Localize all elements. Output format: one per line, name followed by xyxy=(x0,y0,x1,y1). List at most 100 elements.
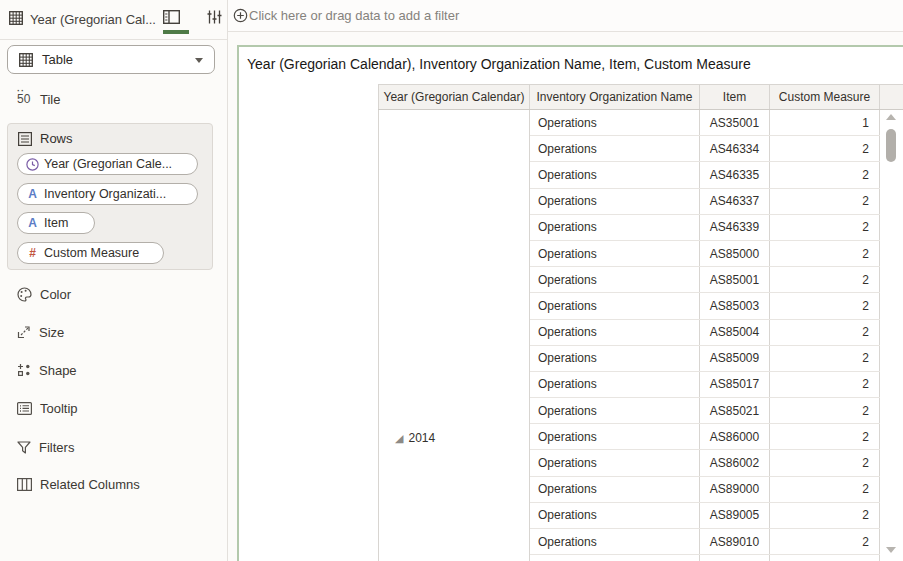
table-cell[interactable]: AS85004 xyxy=(700,320,770,345)
table-cell[interactable]: AS89010 xyxy=(700,529,770,554)
table-row[interactable]: OperationsAS463372 xyxy=(530,189,880,215)
table-cell[interactable]: 2 xyxy=(770,267,880,292)
table-cell[interactable]: 1 xyxy=(770,110,880,135)
sidebar-item-filters[interactable]: Filters xyxy=(0,434,227,460)
table-cell[interactable]: Operations xyxy=(530,529,700,554)
table-cell[interactable]: Operations xyxy=(530,293,700,318)
table-cell[interactable]: AS85001 xyxy=(700,267,770,292)
table-row[interactable]: OperationsAS850032 xyxy=(530,293,880,319)
table-cell[interactable]: AS46339 xyxy=(700,215,770,240)
table-scrollbar[interactable] xyxy=(884,110,898,556)
viz-type-dropdown[interactable]: Table xyxy=(7,45,215,74)
sidebar-item-shape[interactable]: Shape xyxy=(0,357,227,383)
table-cell[interactable]: 2 xyxy=(770,477,880,502)
table-cell[interactable]: Operations xyxy=(530,477,700,502)
rows-pill-inventory-org[interactable]: A Inventory Organizati... xyxy=(17,183,198,205)
table-row[interactable]: OperationsAS890102 xyxy=(530,529,880,555)
sidebar-item-tile[interactable]: ··50 Tile xyxy=(0,86,227,112)
table-row[interactable]: OperationsAS890052 xyxy=(530,503,880,529)
table-row[interactable]: OperationsAS463342 xyxy=(530,136,880,162)
table-cell[interactable]: 2 xyxy=(770,241,880,266)
table-cell[interactable]: Operations xyxy=(530,346,700,371)
grammar-panel-icon[interactable] xyxy=(163,10,180,24)
column-header-measure[interactable]: Custom Measure xyxy=(770,85,880,109)
table-cell[interactable]: AS85021 xyxy=(700,398,770,423)
table-cell[interactable]: 2 xyxy=(770,503,880,528)
sidebar-item-related-columns[interactable]: Related Columns xyxy=(0,471,227,497)
viz-canvas[interactable]: Year (Gregorian Calendar), Inventory Org… xyxy=(237,45,903,561)
table-row[interactable]: OperationsAS850002 xyxy=(530,241,880,267)
table-cell[interactable]: Operations xyxy=(530,189,700,214)
column-header-year[interactable]: Year (Gregorian Calendar) xyxy=(378,85,530,109)
table-cell[interactable]: 2 xyxy=(770,215,880,240)
table-cell[interactable]: 2 xyxy=(770,346,880,371)
table-row[interactable]: OperationsAS850092 xyxy=(530,346,880,372)
table-cell[interactable]: Operations xyxy=(530,267,700,292)
table-cell[interactable]: Operations xyxy=(530,503,700,528)
scrollbar-thumb[interactable] xyxy=(886,129,896,162)
column-header-org[interactable]: Inventory Organization Name xyxy=(530,85,700,109)
table-header-row: Year (Gregorian Calendar) Inventory Orga… xyxy=(378,84,903,110)
table-row[interactable]: OperationsAS350011 xyxy=(530,110,880,136)
column-header-item[interactable]: Item xyxy=(700,85,770,109)
table-cell[interactable]: AS46335 xyxy=(700,162,770,187)
table-cell[interactable]: 2 xyxy=(770,293,880,318)
table-cell[interactable]: AS46337 xyxy=(700,189,770,214)
collapse-group-icon[interactable]: ◢ xyxy=(395,432,403,445)
properties-icon[interactable] xyxy=(207,10,222,24)
table-cell[interactable]: AS86002 xyxy=(700,450,770,475)
table-row[interactable]: OperationsAS850212 xyxy=(530,398,880,424)
table-cell[interactable]: Operations xyxy=(530,215,700,240)
table-cell[interactable]: 2 xyxy=(770,136,880,161)
filter-bar-prompt: Click here or drag data to add a filter xyxy=(249,8,459,23)
table-cell[interactable]: 2 xyxy=(770,189,880,214)
table-cell[interactable]: Operations xyxy=(530,372,700,397)
table-row[interactable]: OperationsAS860022 xyxy=(530,450,880,476)
rows-pill-item[interactable]: A Item xyxy=(17,212,95,234)
data-table: Year (Gregorian Calendar) Inventory Orga… xyxy=(378,84,903,561)
table-cell[interactable]: 2 xyxy=(770,424,880,449)
table-cell[interactable]: 2 xyxy=(770,372,880,397)
year-group-label[interactable]: ◢ 2014 xyxy=(395,425,435,451)
table-cell[interactable]: Operations xyxy=(530,241,700,266)
table-cell[interactable]: Operations xyxy=(530,320,700,345)
rows-section: Rows Year (Gregorian Cale... A Inventory… xyxy=(7,123,213,270)
table-cell[interactable]: Operations xyxy=(530,424,700,449)
table-cell[interactable]: Operations xyxy=(530,136,700,161)
sidebar-item-size[interactable]: Size xyxy=(0,319,227,345)
table-row[interactable]: OperationsAS850172 xyxy=(530,372,880,398)
table-cell[interactable]: 2 xyxy=(770,320,880,345)
rows-pill-custom-measure[interactable]: # Custom Measure xyxy=(17,242,164,264)
table-cell[interactable]: AS85017 xyxy=(700,372,770,397)
table-row[interactable]: OperationsAS850012 xyxy=(530,267,880,293)
table-row[interactable]: OperationsAS860002 xyxy=(530,424,880,450)
filter-bar[interactable]: Click here or drag data to add a filter xyxy=(228,0,903,32)
table-cell[interactable]: 2 xyxy=(770,529,880,554)
table-cell[interactable]: Operations xyxy=(530,450,700,475)
scroll-down-icon[interactable] xyxy=(886,547,896,553)
table-cell[interactable]: Operations xyxy=(530,110,700,135)
table-cell[interactable]: AS89000 xyxy=(700,477,770,502)
table-cell[interactable]: AS86000 xyxy=(700,424,770,449)
table-cell[interactable]: Operations xyxy=(530,398,700,423)
color-icon xyxy=(17,287,32,302)
table-cell[interactable]: 2 xyxy=(770,162,880,187)
table-row[interactable]: OperationsAS463392 xyxy=(530,215,880,241)
table-cell[interactable]: AS35001 xyxy=(700,110,770,135)
table-cell[interactable]: 2 xyxy=(770,398,880,423)
viz-tab-title[interactable]: Year (Gregorian Cal... xyxy=(30,12,156,27)
table-cell[interactable]: AS85009 xyxy=(700,346,770,371)
table-row[interactable]: OperationsAS890002 xyxy=(530,477,880,503)
table-cell[interactable]: AS85003 xyxy=(700,293,770,318)
scroll-up-icon[interactable] xyxy=(886,114,896,120)
table-cell[interactable]: 2 xyxy=(770,450,880,475)
table-cell[interactable]: AS89005 xyxy=(700,503,770,528)
table-cell[interactable]: AS85000 xyxy=(700,241,770,266)
table-row[interactable]: OperationsAS463352 xyxy=(530,162,880,188)
table-row[interactable]: OperationsAS850042 xyxy=(530,320,880,346)
table-cell[interactable]: AS46334 xyxy=(700,136,770,161)
table-cell[interactable]: Operations xyxy=(530,162,700,187)
sidebar-item-tooltip[interactable]: Tooltip xyxy=(0,395,227,421)
rows-pill-year[interactable]: Year (Gregorian Cale... xyxy=(17,153,198,175)
sidebar-item-color[interactable]: Color xyxy=(0,281,227,307)
